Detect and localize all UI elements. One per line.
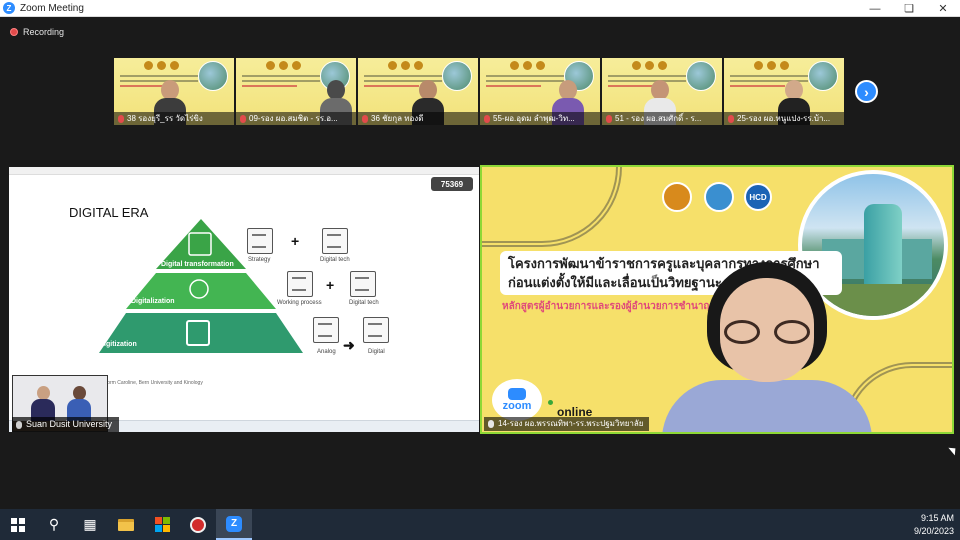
windows-icon [11,517,25,532]
meeting-area: Recording 38 รองยุรี_รร วัดไร่ขิง 09-รอง… [0,17,960,509]
participant-name: 38 รองยุรี_รร วัดไร่ขิง [114,112,234,125]
participant-tile[interactable]: 38 รองยุรี_รร วัดไร่ขิง [114,58,234,125]
mic-muted-icon [606,114,612,123]
flow-label: Digital tech [349,300,379,306]
mic-muted-icon [362,114,368,123]
store-icon [154,517,170,532]
record-icon [10,28,18,36]
digital-icon [363,317,389,343]
participant-tile[interactable]: 36 ชัยกุล ทองดี [358,58,478,125]
minimize-icon[interactable]: — [858,0,892,17]
participant-tile[interactable]: 55-ผอ.อุดม ลำพุฒ-วิท... [480,58,600,125]
participant-tile[interactable]: 09-รอง ผอ.สมชิต - รร.อ... [236,58,356,125]
university-logo [704,182,734,212]
mic-muted-icon [240,114,246,123]
participant-name: 55-ผอ.อุดม ลำพุฒ-วิท... [480,112,600,125]
plus-icon: + [326,277,335,293]
search-icon: ⚲ [48,516,60,532]
mic-icon [488,420,494,428]
plus-icon: + [291,233,300,249]
system-clock[interactable]: 9:15 AM 9/20/2023 [914,512,954,538]
zoom-app-icon: Z [3,2,15,14]
folder-icon [118,518,134,531]
recording-label: Recording [23,27,65,37]
task-view-icon: ▦ [83,516,97,532]
arrow-right-icon: ➜ [343,337,355,353]
next-page-button[interactable]: › [855,80,878,103]
level-label: Digitalization [131,298,175,305]
mouse-cursor [948,444,959,456]
analog-icon [313,317,339,343]
strategy-icon [247,228,273,254]
windows-taskbar: ⚲ ▦ Z 9:15 AM 9/20/2023 [0,509,960,540]
self-view-name: Suan Dusit University [12,417,119,432]
close-icon[interactable]: ✕ [926,0,960,17]
app-icon [190,516,206,533]
task-view-button[interactable]: ▦ [72,509,108,540]
participant-tile[interactable]: 25-รอง ผอ.หนูแปง-รร.บ้า... [724,58,844,125]
participant-tile[interactable]: 51 - รอง ผอ.สมศักดิ์ - ร... [602,58,722,125]
mic-muted-icon [118,114,124,123]
digital-tech-icon [350,271,376,297]
speaker-name: 14-รอง ผอ.พรรณทิพา-รร.พระปฐมวิทยาลัย [484,417,650,431]
clock-time: 9:15 AM [920,513,954,523]
title-bar: Z Zoom Meeting — ❏ ✕ [0,0,960,17]
maximize-icon[interactable]: ❏ [892,0,926,17]
flow-label: Strategy [248,257,271,263]
store-button[interactable] [144,509,180,540]
participant-name: 36 ชัยกุล ทองดี [358,112,478,125]
flow-label: Working process [277,300,322,306]
digital-tech-icon [322,228,348,254]
mic-icon [16,420,22,429]
active-speaker-video[interactable]: HCD โครงการพัฒนาข้าราชการครูและบุคลากรทา… [480,165,954,434]
start-button[interactable] [0,509,36,540]
clock-date: 9/20/2023 [913,526,954,536]
window-controls: — ❏ ✕ [858,0,960,17]
participant-name: 51 - รอง ผอ.สมศักดิ์ - ร... [602,112,722,125]
level-label: Digital transformation [161,261,234,268]
flow-label: Digital tech [320,257,350,263]
flow-label: Digital [368,349,385,355]
shared-window-titlebar [9,167,479,175]
mic-muted-icon [728,114,734,123]
level-label: Digitization [99,341,137,348]
window-title: Zoom Meeting [20,2,84,14]
zoom-icon: Z [226,515,242,532]
zoom-logo: zoom [492,379,542,421]
camera-icon [508,388,526,400]
app-button[interactable] [180,509,216,540]
file-explorer-button[interactable] [108,509,144,540]
working-process-icon [287,271,313,297]
mic-muted-icon [484,114,490,123]
viewer-count-badge: 75369 [431,177,473,191]
recording-indicator[interactable]: Recording [10,27,64,37]
hcd-logo: HCD [744,183,772,211]
chevron-right-icon: › [864,83,869,100]
flow-label: Analog [317,349,336,355]
participant-name: 09-รอง ผอ.สมชิต - รร.อ... [236,112,356,125]
search-button[interactable]: ⚲ [36,509,72,540]
participant-strip: 38 รองยุรี_รร วัดไร่ขิง 09-รอง ผอ.สมชิต … [114,58,846,125]
participant-name: 25-รอง ผอ.หนูแปง-รร.บ้า... [724,112,844,125]
speaker-person [652,262,882,432]
ministry-logo [662,182,692,212]
zoom-taskbar-button[interactable]: Z [216,509,252,540]
